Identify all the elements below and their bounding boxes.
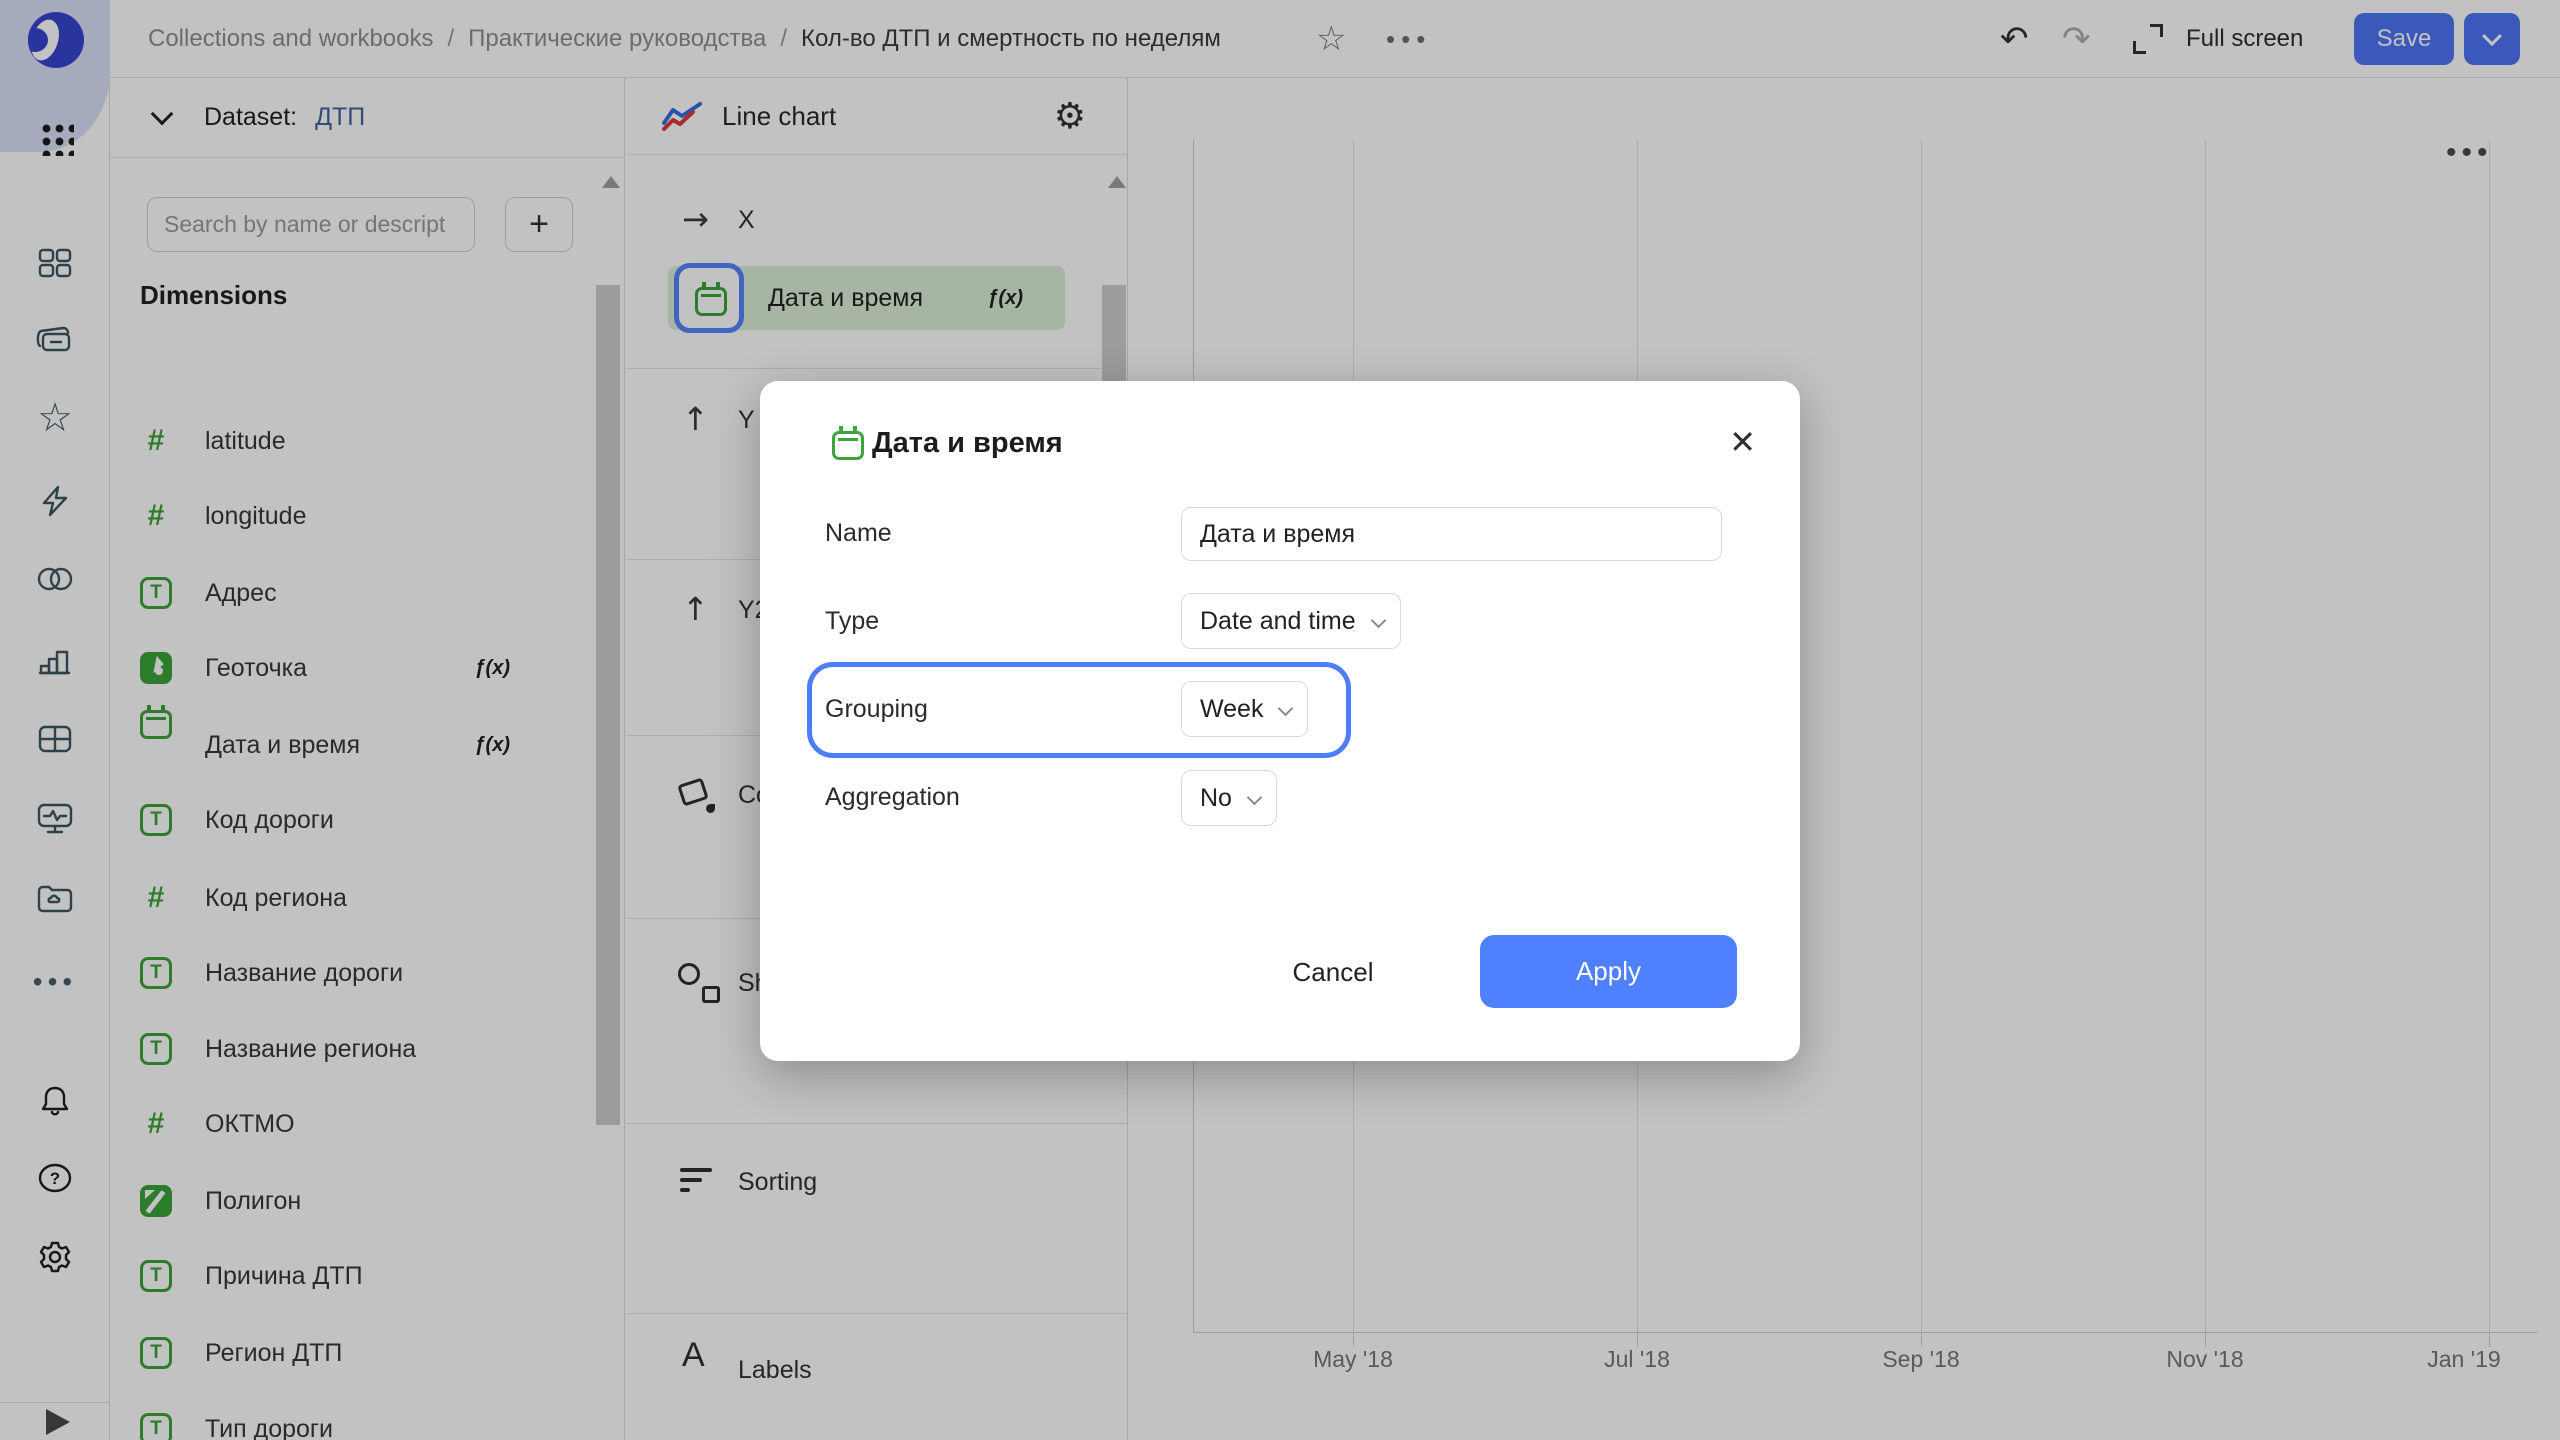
field-settings-dialog: Дата и время ✕ Name Дата и время Type Da… — [760, 381, 1800, 1061]
name-input[interactable]: Дата и время — [1181, 507, 1722, 561]
apply-button[interactable]: Apply — [1480, 935, 1737, 1008]
close-icon[interactable]: ✕ — [1729, 423, 1756, 461]
chevron-down-icon — [1370, 613, 1386, 629]
grouping-field-label: Grouping — [825, 695, 928, 724]
type-field-label: Type — [825, 607, 879, 636]
chevron-down-icon — [1278, 701, 1294, 717]
calendar-field-icon — [832, 431, 864, 460]
cancel-button[interactable]: Cancel — [1260, 936, 1406, 1008]
aggregation-field-label: Aggregation — [825, 783, 960, 812]
aggregation-select-value: No — [1200, 784, 1232, 813]
grouping-select-value: Week — [1200, 695, 1263, 724]
type-select-value: Date and time — [1200, 607, 1356, 636]
grouping-select[interactable]: Week — [1181, 681, 1308, 737]
name-field-label: Name — [825, 519, 892, 548]
aggregation-select[interactable]: No — [1181, 770, 1277, 826]
dialog-title: Дата и время — [872, 427, 1063, 460]
datalens-chart-editor: Collections and workbooks / Практические… — [0, 0, 2560, 1440]
chevron-down-icon — [1247, 790, 1263, 806]
type-select[interactable]: Date and time — [1181, 593, 1401, 649]
